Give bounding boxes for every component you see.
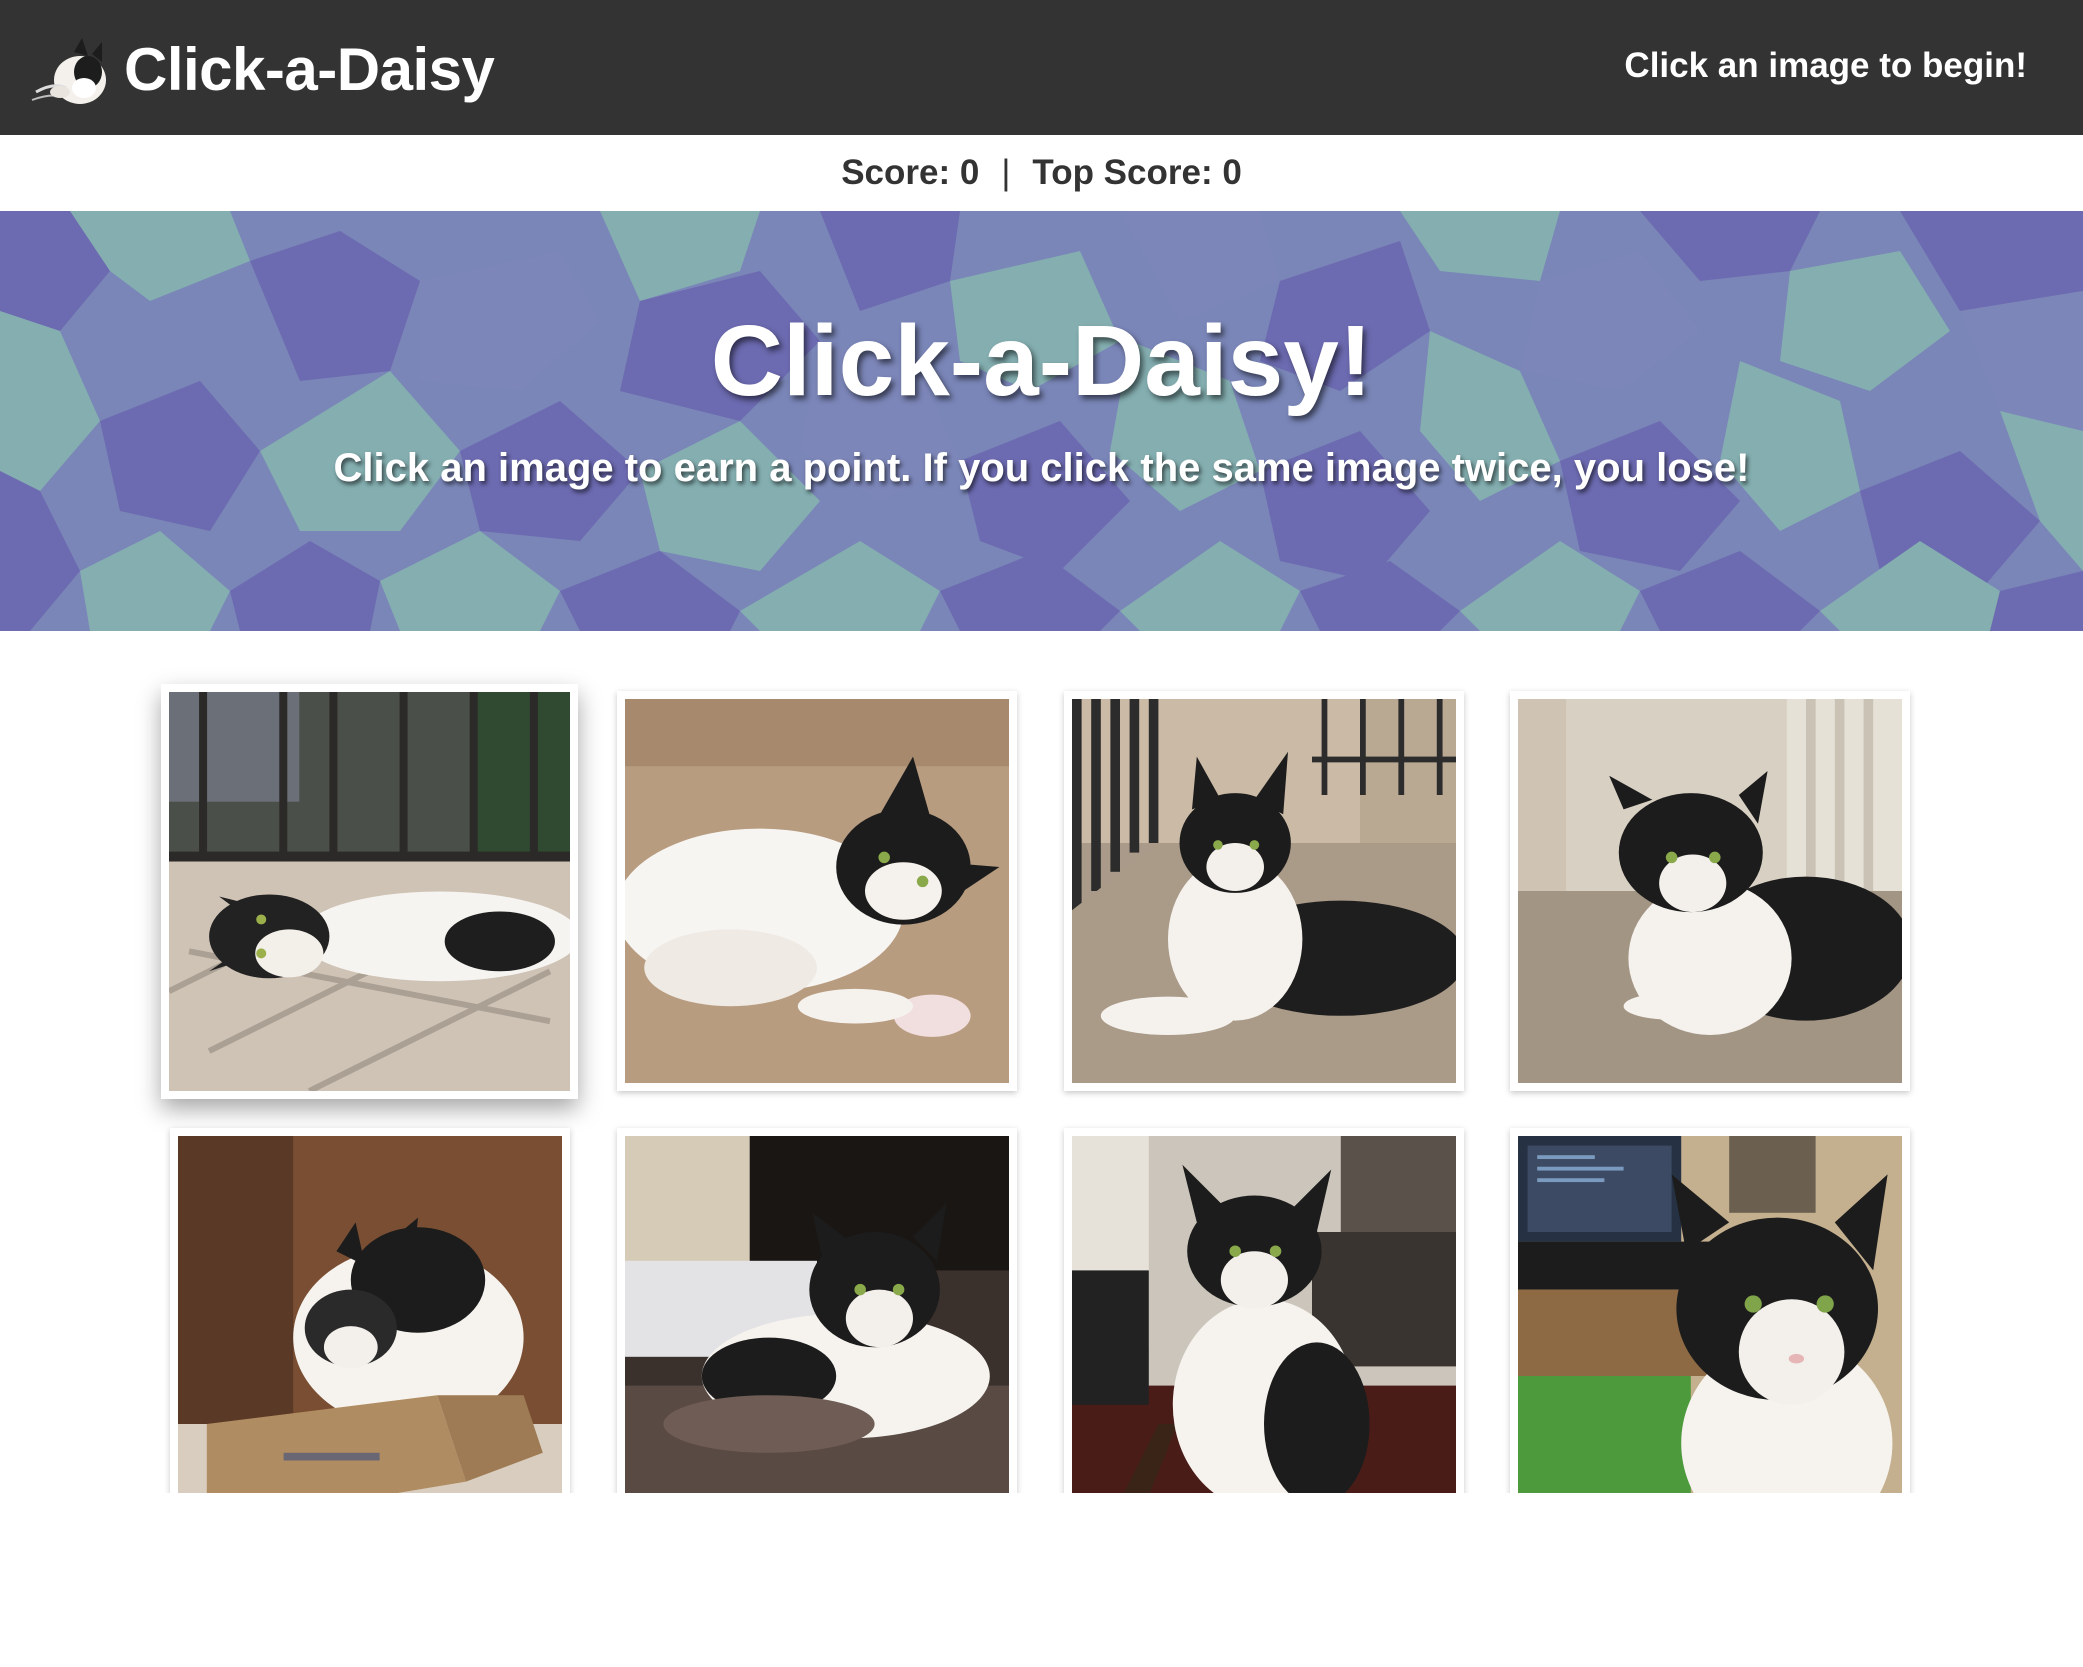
score-bar: Score: 0 | Top Score: 0 xyxy=(0,135,2083,211)
cat-photo-1[interactable] xyxy=(161,684,578,1099)
cat-photo-8[interactable] xyxy=(1510,1128,1910,1528)
top-score-label: Top Score: 0 xyxy=(1032,153,1242,192)
page-bottom-whitespace xyxy=(0,1493,2083,1667)
cat-photo-2-image xyxy=(625,699,1009,1083)
hero-subtitle: Click an image to earn a point. If you c… xyxy=(333,446,1750,490)
status-message: Click an image to begin! xyxy=(1624,46,2027,85)
brand-title: Click-a-Daisy xyxy=(124,36,495,103)
hero-title: Click-a-Daisy! xyxy=(710,305,1373,417)
cat-photo-6[interactable] xyxy=(617,1128,1017,1528)
cat-photo-4[interactable] xyxy=(1510,691,1910,1091)
cat-photo-5-image xyxy=(178,1136,562,1520)
cat-photo-2[interactable] xyxy=(617,691,1017,1091)
cat-photo-4-image xyxy=(1518,699,1902,1083)
top-navbar: Click-a-Daisy Click an image to begin! xyxy=(0,0,2083,135)
cat-photo-7[interactable] xyxy=(1064,1128,1464,1528)
cat-photo-5[interactable] xyxy=(170,1128,570,1528)
cat-photo-6-image xyxy=(625,1136,1009,1520)
brand-link[interactable]: Click-a-Daisy xyxy=(30,30,495,110)
cat-logo-icon xyxy=(31,38,106,104)
hero-pattern-background xyxy=(0,211,2083,631)
cat-photo-3-image xyxy=(1072,699,1456,1083)
score-label: Score: 0 xyxy=(841,153,980,192)
score-separator: | xyxy=(1001,153,1011,192)
cat-photo-3[interactable] xyxy=(1064,691,1464,1091)
cat-photo-8-image xyxy=(1518,1136,1902,1520)
cat-photo-7-image xyxy=(1072,1136,1456,1520)
cat-photo-1-image xyxy=(169,692,570,1091)
hero-banner: Click-a-Daisy! Click an image to earn a … xyxy=(0,211,2083,631)
